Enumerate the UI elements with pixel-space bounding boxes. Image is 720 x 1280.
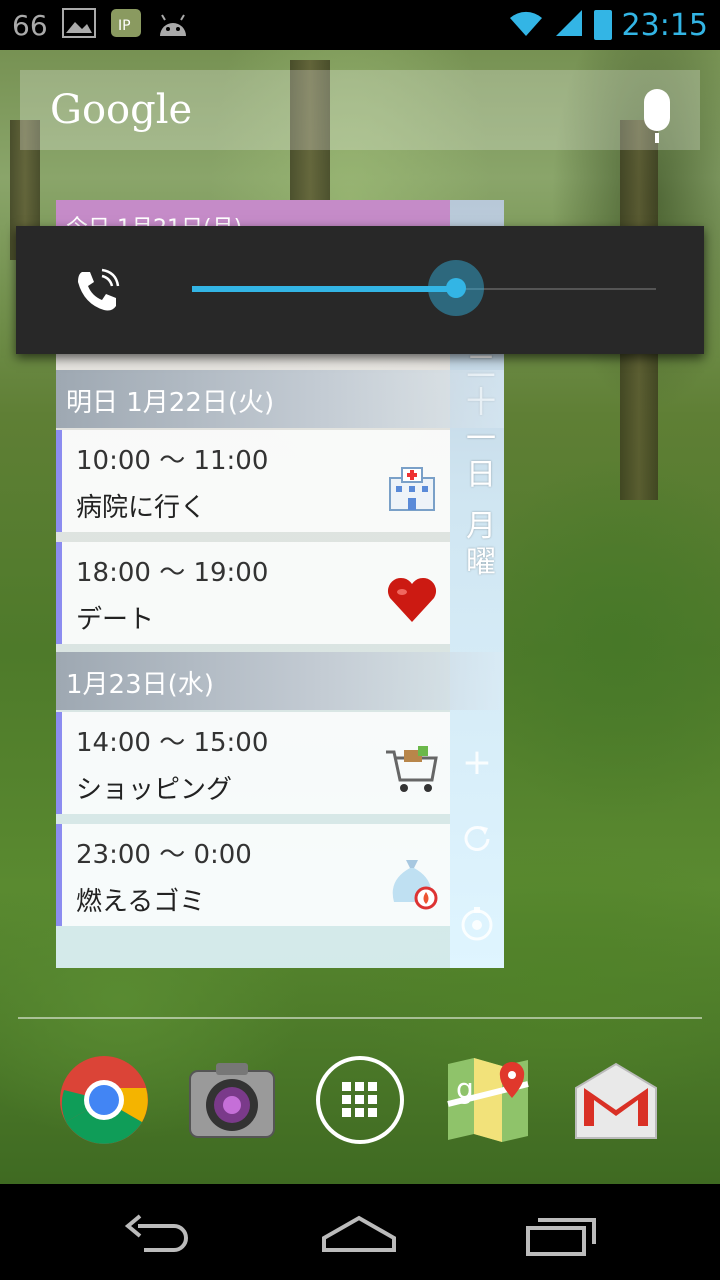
shopping-cart-icon	[384, 742, 440, 798]
svg-text:IP: IP	[118, 18, 131, 34]
google-search-bar[interactable]: Google	[20, 70, 700, 150]
app-drawer-icon[interactable]	[312, 1050, 408, 1150]
event-time: 10:00 ～ 11:00	[76, 446, 269, 476]
volume-slider[interactable]	[192, 260, 656, 316]
date-section-header: 明日 1月22日(火)	[56, 370, 504, 428]
date-section-header: 1月23日(水)	[56, 652, 504, 710]
event-title: ショッピング	[76, 775, 233, 805]
android-icon	[156, 8, 190, 42]
garbage-bag-icon	[384, 854, 440, 910]
image-icon	[61, 8, 96, 42]
hospital-icon	[384, 460, 440, 516]
signal-icon	[554, 8, 584, 42]
back-icon[interactable]	[114, 1204, 204, 1264]
dock-divider	[18, 1017, 702, 1019]
clock: 23:15	[621, 7, 708, 43]
heart-icon	[384, 572, 440, 628]
add-icon[interactable]: +	[458, 744, 496, 782]
svg-text:g: g	[456, 1072, 474, 1105]
camera-icon[interactable]	[184, 1050, 280, 1150]
volume-panel[interactable]	[16, 226, 704, 354]
navigation-bar	[0, 1184, 720, 1280]
dock: g	[0, 1050, 720, 1160]
event-title: 病院に行く	[76, 493, 207, 523]
event-item[interactable]: 18:00 ～ 19:00 デート	[56, 542, 450, 644]
microphone-icon[interactable]	[644, 89, 670, 143]
volume-slider-fill	[192, 286, 457, 292]
gmail-icon[interactable]	[568, 1050, 664, 1150]
settings-icon[interactable]	[458, 904, 496, 942]
recents-icon[interactable]	[516, 1204, 606, 1264]
ringer-phone-icon	[72, 266, 122, 316]
battery-charging-icon	[593, 10, 612, 40]
volume-slider-thumb[interactable]	[428, 260, 485, 316]
event-title: デート	[76, 605, 155, 635]
notification-count: 66	[12, 8, 48, 42]
event-item[interactable]: 10:00 ～ 11:00 病院に行く	[56, 430, 450, 532]
event-time: 14:00 ～ 15:00	[76, 728, 269, 758]
google-logo: Google	[50, 87, 193, 133]
event-time: 23:00 ～ 0:00	[76, 840, 252, 870]
ip-icon: IP	[110, 8, 142, 42]
event-time: 18:00 ～ 19:00	[76, 558, 269, 588]
maps-icon[interactable]: g	[440, 1050, 536, 1150]
event-title: 燃えるゴミ	[76, 887, 206, 917]
status-bar: 66 IP 23:15	[0, 0, 720, 50]
wifi-icon	[508, 8, 544, 42]
event-item[interactable]: 23:00 ～ 0:00 燃えるゴミ	[56, 824, 450, 926]
refresh-icon[interactable]	[458, 820, 496, 858]
event-item[interactable]: 14:00 ～ 15:00 ショッピング	[56, 712, 450, 814]
home-icon[interactable]	[314, 1204, 404, 1264]
chrome-icon[interactable]	[56, 1050, 152, 1150]
